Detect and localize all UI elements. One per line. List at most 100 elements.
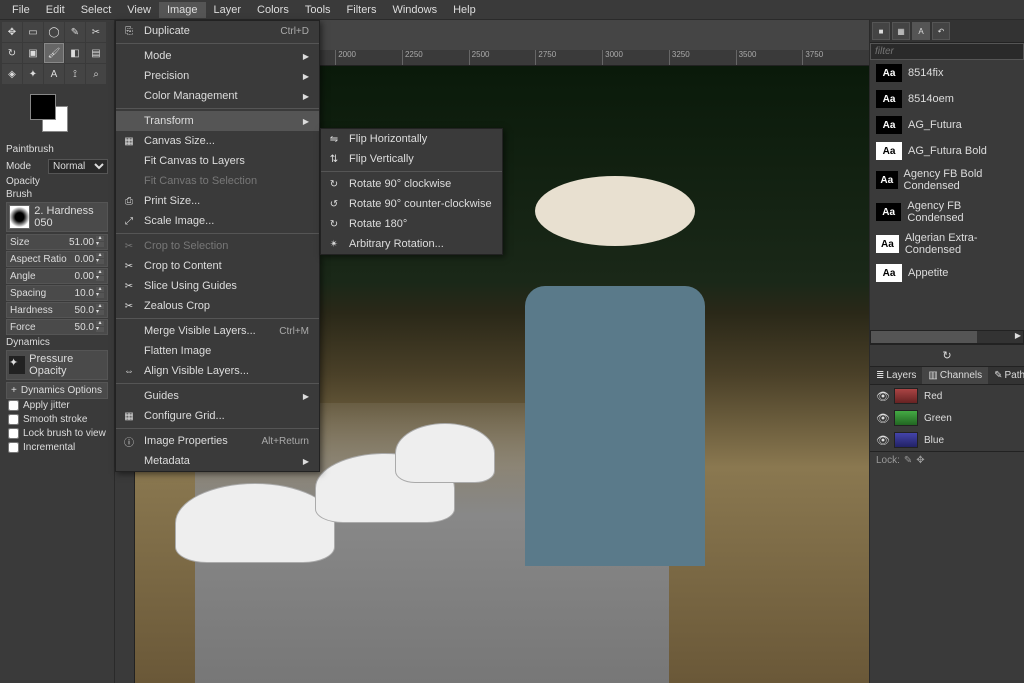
brush-preview[interactable] [9,205,30,229]
lock-position-icon[interactable]: ✥ [916,455,924,466]
menu-canvas-size[interactable]: ▦Canvas Size... [116,131,319,151]
menu-precision[interactable]: Precision▶ [116,66,319,86]
incremental-checkbox[interactable] [8,442,19,453]
dynamics-options-expander[interactable]: +Dynamics Options [6,382,108,399]
refresh-icon[interactable]: ↻ [942,350,951,362]
menu-windows[interactable]: Windows [384,2,445,18]
tool-crop[interactable]: ✂ [86,22,106,42]
menu-tools[interactable]: Tools [297,2,339,18]
menu-colors[interactable]: Colors [249,2,297,18]
aspect-spinner[interactable]: ▴▾ [96,253,104,265]
tool-smudge[interactable]: ◈ [2,64,22,84]
menu-fit-canvas-layers[interactable]: Fit Canvas to Layers [116,151,319,171]
font-item[interactable]: AaAppetite [870,260,1024,286]
menu-rotate-90-ccw[interactable]: ↺Rotate 90° counter-clockwise [321,194,502,214]
rotate-cw-icon: ↻ [327,177,341,191]
tab-layers[interactable]: ≣Layers [870,367,922,384]
mode-select[interactable]: Normal [48,159,108,174]
menu-file[interactable]: File [4,2,38,18]
tool-measure[interactable]: ⟟ [65,64,85,84]
menu-image[interactable]: Image [159,2,206,18]
tool-clone[interactable]: ▤ [86,43,106,63]
font-item[interactable]: AaAlgerian Extra-Condensed [870,228,1024,260]
menu-flip-vertical[interactable]: ⇅Flip Vertically [321,149,502,169]
menu-arbitrary-rotation[interactable]: ✴Arbitrary Rotation... [321,234,502,254]
menu-flatten[interactable]: Flatten Image [116,341,319,361]
channel-blue[interactable]: 👁Blue [870,429,1024,451]
foreground-color[interactable] [30,94,56,120]
font-item[interactable]: AaAgency FB Condensed [870,196,1024,228]
menu-scale-image[interactable]: ⤢Scale Image... [116,211,319,231]
menu-mode[interactable]: Mode▶ [116,46,319,66]
menu-transform[interactable]: Transform▶ [116,111,319,131]
menu-crop-content[interactable]: ✂Crop to Content [116,256,319,276]
tool-ellipse-select[interactable]: ◯ [44,22,64,42]
spacing-value[interactable]: 10.0 [75,288,94,299]
menu-print-size[interactable]: ⎙Print Size... [116,191,319,211]
font-item[interactable]: AaAgency FB Bold Condensed [870,164,1024,196]
menu-filters[interactable]: Filters [339,2,385,18]
tool-text[interactable]: A [44,64,64,84]
menu-color-management[interactable]: Color Management▶ [116,86,319,106]
channel-red[interactable]: 👁Red [870,385,1024,407]
eye-icon[interactable]: 👁 [876,390,888,403]
tool-move[interactable]: ✥ [2,22,22,42]
size-spinner[interactable]: ▴▾ [96,236,104,248]
tool-paintbrush[interactable]: 🖌 [44,43,64,63]
aspect-value[interactable]: 0.00 [75,254,94,265]
smooth-stroke-checkbox[interactable] [8,414,19,425]
menu-duplicate[interactable]: ⎘DuplicateCtrl+D [116,21,319,41]
lock-brush-checkbox[interactable] [8,428,19,439]
spacing-spinner[interactable]: ▴▾ [96,287,104,299]
angle-spinner[interactable]: ▴▾ [96,270,104,282]
dynamics-icon[interactable]: ✦ [9,356,25,374]
force-value[interactable]: 50.0 [75,322,94,333]
font-item[interactable]: AaAG_Futura Bold [870,138,1024,164]
lock-pixels-icon[interactable]: ✎ [904,455,912,466]
tool-rect-select[interactable]: ▭ [23,22,43,42]
tool-zoom[interactable]: ⌕ [86,64,106,84]
menu-configure-grid[interactable]: ▦Configure Grid... [116,406,319,426]
tool-eraser[interactable]: ◧ [65,43,85,63]
hardness-value[interactable]: 50.0 [75,305,94,316]
apply-jitter-checkbox[interactable] [8,400,19,411]
menu-select[interactable]: Select [73,2,120,18]
menu-image-properties[interactable]: ⓘImage PropertiesAlt+Return [116,431,319,451]
tool-rotate[interactable]: ↻ [2,43,22,63]
tab-fonts[interactable]: A [912,22,930,40]
menu-layer[interactable]: Layer [206,2,250,18]
tab-patterns[interactable]: ▦ [892,22,910,40]
tab-channels[interactable]: ▥Channels [922,367,988,384]
menu-rotate-180[interactable]: ↻Rotate 180° [321,214,502,234]
eye-icon[interactable]: 👁 [876,412,888,425]
font-scrollbar[interactable]: ▶ [870,330,1024,344]
menu-help[interactable]: Help [445,2,484,18]
menu-align-visible[interactable]: ⇔Align Visible Layers... [116,361,319,381]
menu-zealous-crop[interactable]: ✂Zealous Crop [116,296,319,316]
font-filter-input[interactable] [870,43,1024,60]
menu-merge-visible[interactable]: Merge Visible Layers...Ctrl+M [116,321,319,341]
tab-brushes[interactable]: ■ [872,22,890,40]
menu-slice-guides[interactable]: ✂Slice Using Guides [116,276,319,296]
chevron-right-icon[interactable]: ▶ [1015,331,1021,340]
force-spinner[interactable]: ▴▾ [96,321,104,333]
tab-paths[interactable]: ✎Paths [988,367,1024,384]
font-item[interactable]: AaAG_Futura [870,112,1024,138]
tool-bucket[interactable]: ▣ [23,43,43,63]
menu-flip-horizontal[interactable]: ⇋Flip Horizontally [321,129,502,149]
hardness-spinner[interactable]: ▴▾ [96,304,104,316]
menu-rotate-90-cw[interactable]: ↻Rotate 90° clockwise [321,174,502,194]
menu-metadata[interactable]: Metadata▶ [116,451,319,471]
menu-view[interactable]: View [119,2,159,18]
tab-history[interactable]: ↶ [932,22,950,40]
angle-value[interactable]: 0.00 [75,271,94,282]
size-value[interactable]: 51.00 [69,237,94,248]
menu-guides[interactable]: Guides▶ [116,386,319,406]
font-item[interactable]: Aa8514oem [870,86,1024,112]
tool-path[interactable]: ✦ [23,64,43,84]
channel-green[interactable]: 👁Green [870,407,1024,429]
menu-edit[interactable]: Edit [38,2,73,18]
font-item[interactable]: Aa8514fix [870,60,1024,86]
tool-free-select[interactable]: ✎ [65,22,85,42]
eye-icon[interactable]: 👁 [876,434,888,447]
